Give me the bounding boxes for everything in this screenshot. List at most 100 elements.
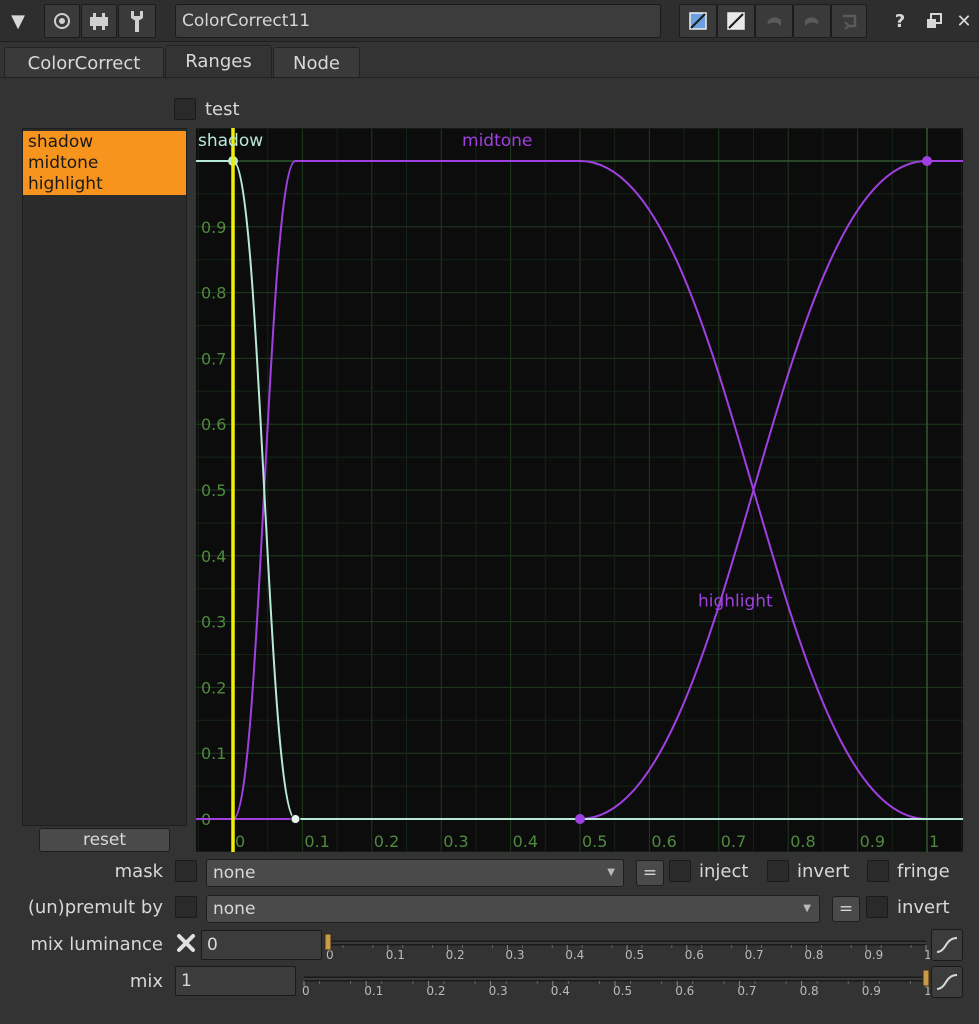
x-tick-label: 0.4	[513, 832, 538, 851]
vectorscope-button[interactable]	[81, 4, 117, 38]
x-tick-label: 1	[929, 832, 939, 851]
slider-tick-label: 0.3	[489, 984, 508, 998]
slider-tick-label: 0.9	[862, 984, 881, 998]
revert-button[interactable]	[831, 4, 867, 38]
slider-tick-label: 0.8	[804, 948, 823, 962]
mask-value: none	[213, 863, 256, 883]
fringe-label: fringe	[897, 861, 950, 882]
chevron-down-icon: ▼	[803, 903, 811, 914]
color-swatch-alt-icon	[727, 12, 745, 30]
x-tick-label: 0.1	[304, 832, 329, 851]
mix-curve-button[interactable]	[931, 966, 963, 998]
x-tick-label: 0.9	[860, 832, 885, 851]
slider-tick-label: 0.3	[505, 948, 524, 962]
mask-label: mask	[114, 861, 163, 882]
y-tick-label: 0.9	[201, 218, 226, 237]
slider-handle	[324, 933, 332, 951]
y-tick-label: 0.1	[201, 744, 226, 763]
mix-luminance-label: mix luminance	[30, 934, 163, 955]
x-tick-label: 0.7	[721, 832, 746, 851]
premult-dropdown[interactable]: none ▼	[206, 895, 820, 923]
close-icon[interactable]: ✕	[951, 8, 977, 34]
mask-invert-label: invert	[797, 861, 850, 882]
y-tick-label: 0.2	[201, 678, 226, 697]
color-swatch-button[interactable]	[679, 4, 717, 38]
slider-tick-label: 0	[302, 984, 310, 998]
mix-luminance-input[interactable]: 0	[201, 930, 322, 960]
collapse-arrow-icon[interactable]: ▼	[4, 8, 32, 34]
slider-tick-label: 0.5	[625, 948, 644, 962]
mix-slider[interactable]: 0 0.1 0.2 0.3 0.4 0.5 0.6 0.7 0.8 0.9 1	[298, 964, 930, 1000]
y-tick-label: 0.7	[201, 349, 226, 368]
node-name-field[interactable]: ColorCorrect11	[175, 4, 661, 38]
tab-colorcorrect[interactable]: ColorCorrect	[4, 47, 164, 78]
revert-icon	[843, 14, 857, 30]
mask-dropdown[interactable]: none ▼	[206, 859, 624, 887]
slider-handle	[922, 969, 930, 987]
view-node-button[interactable]	[44, 4, 80, 38]
test-checkbox[interactable]	[174, 98, 196, 120]
slider-tick-label: 0.2	[426, 984, 445, 998]
tab-ranges[interactable]: Ranges	[165, 45, 272, 79]
help-icon[interactable]: ?	[887, 8, 913, 34]
mix-luminance-curve-button[interactable]	[931, 929, 963, 961]
premult-value: none	[213, 899, 256, 919]
x-tick-label: 0.6	[651, 832, 676, 851]
x-tick-label: 0.5	[582, 832, 607, 851]
curve-graph[interactable]: 0 0.1 0.2 0.3 0.4 0.5 0.6 0.7 0.8 0.9 0 0.1 0.2 0.3 0.…	[196, 128, 963, 852]
premult-invert-checkbox[interactable]	[866, 896, 888, 918]
y-tick-label: 0.4	[201, 547, 226, 566]
curve-graph-svg[interactable]: 00.10.20.30.40.50.60.70.80.90 0.1 0.2 0.3 0.…	[196, 128, 963, 852]
slider-tick-label: 0.1	[364, 984, 383, 998]
curve-item-shadow[interactable]: shadow	[28, 132, 93, 153]
mask-invert-checkbox[interactable]	[767, 860, 789, 882]
y-tick-label: 0.8	[201, 284, 226, 303]
mix-label: mix	[129, 971, 163, 992]
mask-equals-button[interactable]: =	[636, 860, 664, 886]
mix-luminance-enable-icon[interactable]	[175, 932, 197, 954]
premult-label: (un)premult by	[27, 897, 163, 918]
vectorscope-icon	[90, 13, 108, 30]
inject-label: inject	[699, 861, 749, 882]
shadow-key-point	[290, 814, 301, 824]
x-tick-label: 0.3	[443, 832, 468, 851]
y-tick-label: 0.5	[201, 481, 226, 500]
slider-tick-label: 0.5	[613, 984, 632, 998]
tab-node[interactable]: Node	[273, 47, 360, 78]
slider-tick-label: 0.4	[551, 984, 570, 998]
redo-button[interactable]	[793, 4, 831, 38]
mix-luminance-slider[interactable]: 0 0.1 0.2 0.3 0.4 0.5 0.6 0.7 0.8 0.9 1	[324, 928, 930, 964]
mix-input[interactable]: 1	[175, 966, 296, 996]
mask-checkbox[interactable]	[175, 860, 197, 882]
test-label: test	[205, 99, 240, 120]
highlight-curve-label: highlight	[698, 591, 773, 611]
shadow-curve-label: shadow	[198, 131, 263, 151]
color-swatch-alt-button[interactable]	[717, 4, 755, 38]
wrench-icon	[131, 11, 143, 32]
float-panel-icon[interactable]	[921, 8, 947, 34]
slider-tick-label: 0.6	[675, 984, 694, 998]
slider-tick-label: 0.7	[737, 984, 756, 998]
fringe-checkbox[interactable]	[867, 860, 889, 882]
slider-tick-label: 0.1	[386, 948, 405, 962]
premult-invert-label: invert	[897, 897, 950, 918]
redo-icon	[805, 17, 819, 26]
curve-icon	[936, 937, 958, 953]
x-tick-label: 0.2	[374, 832, 399, 851]
wrench-button[interactable]	[118, 4, 156, 38]
highlight-key-point	[922, 156, 932, 166]
premult-checkbox[interactable]	[175, 896, 197, 918]
undo-button[interactable]	[755, 4, 793, 38]
slider-tick-label: 1	[924, 948, 930, 962]
chevron-down-icon: ▼	[607, 867, 615, 878]
curve-item-midtone[interactable]: midtone	[28, 153, 98, 174]
view-node-icon	[54, 13, 70, 29]
x-tick-label: 0.8	[790, 832, 815, 851]
reset-button[interactable]: reset	[39, 828, 170, 852]
curve-item-highlight[interactable]: highlight	[28, 174, 103, 195]
premult-equals-button[interactable]: =	[832, 896, 860, 922]
inject-checkbox[interactable]	[669, 860, 691, 882]
y-tick-label: 0.3	[201, 613, 226, 632]
slider-tick-label: 0.6	[685, 948, 704, 962]
curve-list[interactable]	[22, 128, 187, 826]
